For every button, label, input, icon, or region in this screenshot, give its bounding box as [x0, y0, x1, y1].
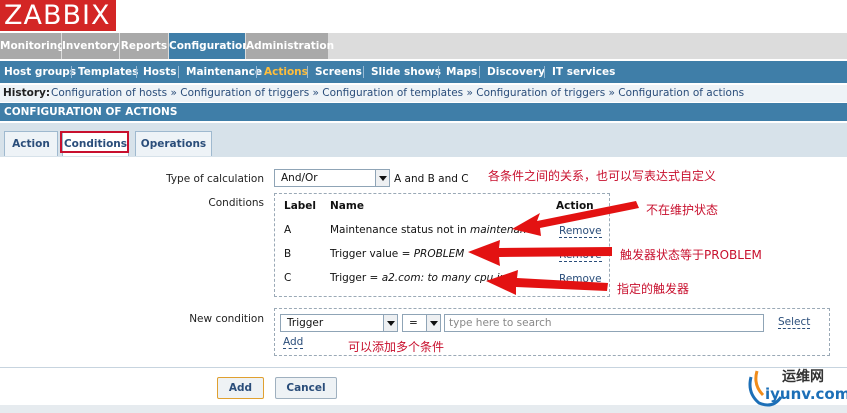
watermark-cn: 运维网	[782, 369, 824, 385]
arrow-row-a	[512, 201, 639, 236]
annotation-calc: 各条件之间的关系，也可以写表达式自定义	[488, 169, 717, 183]
watermark-en: iyunv.com	[765, 385, 847, 403]
watermark: 运维网 iyunv.com	[745, 363, 847, 409]
arrow-row-c	[486, 270, 608, 295]
annotation-row-c: 指定的触发器	[617, 282, 690, 296]
arrow-row-b	[468, 240, 612, 266]
annotation-row-a: 不在维护状态	[646, 203, 719, 217]
annotation-add-more: 可以添加多个条件	[348, 340, 445, 354]
annotation-row-b: 触发器状态等于PROBLEM	[620, 248, 762, 262]
